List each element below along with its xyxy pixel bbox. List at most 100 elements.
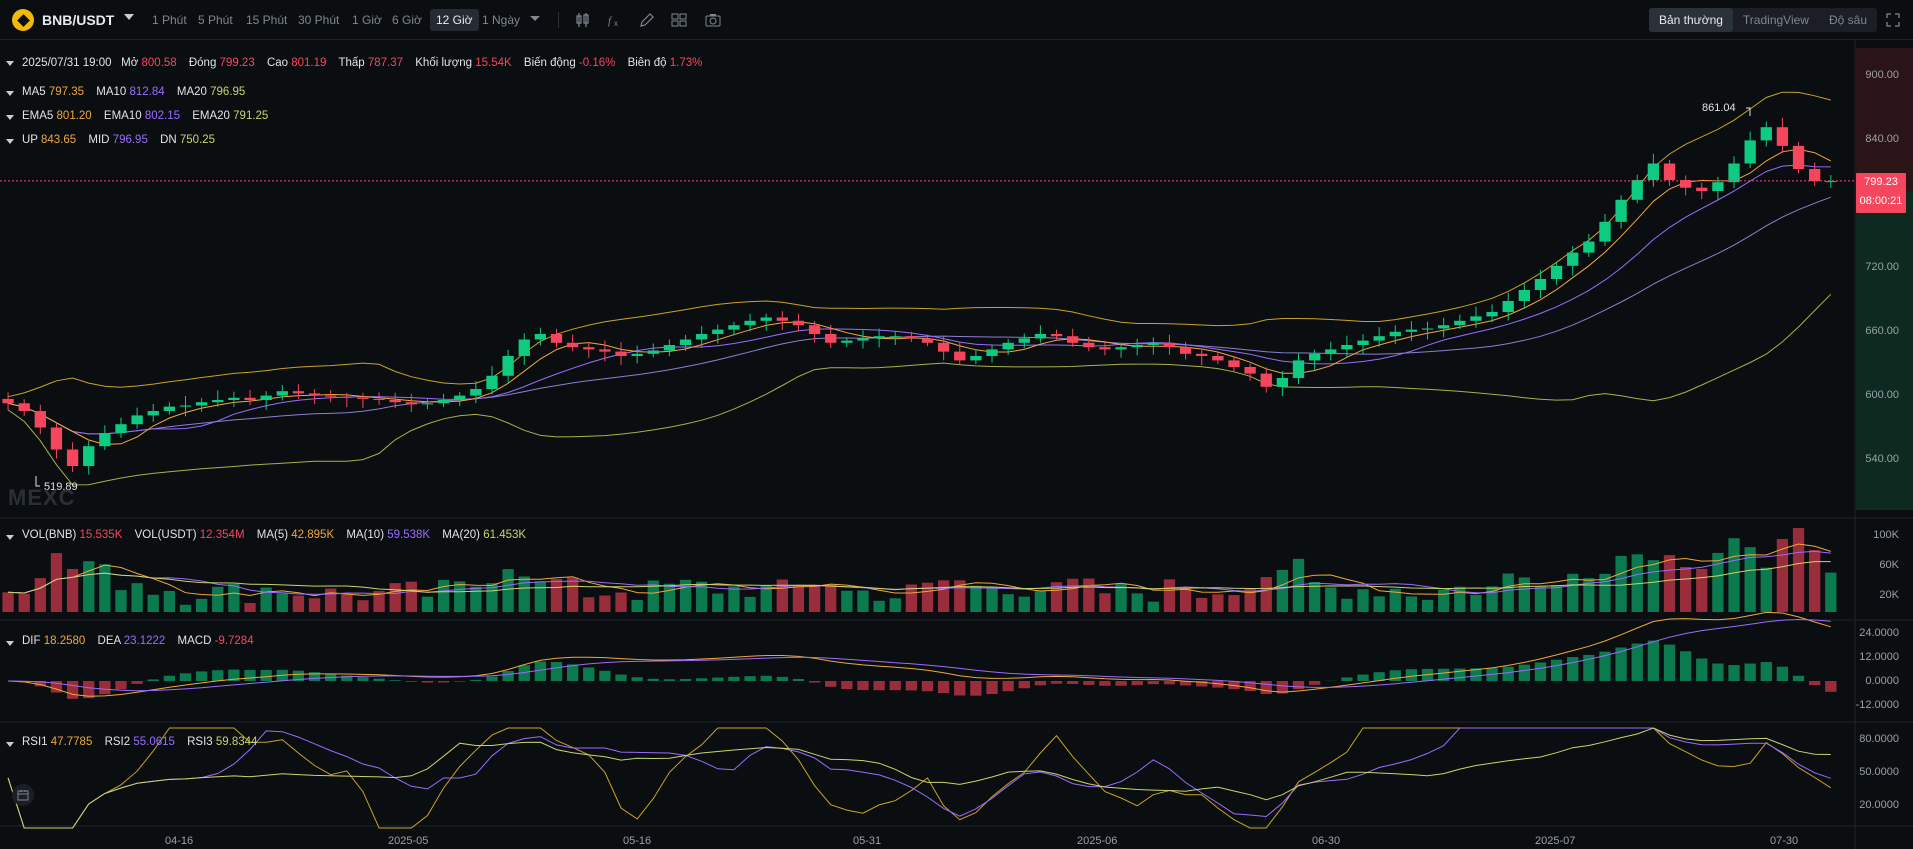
- volume-bar: [1615, 555, 1627, 612]
- rsi1-value: 47.7785: [50, 736, 93, 748]
- collapse-icon[interactable]: [6, 742, 14, 747]
- price-tick: 900.00: [1865, 69, 1899, 81]
- candle: [728, 325, 740, 330]
- collapse-icon[interactable]: [6, 61, 14, 66]
- vol-ma10-line: [8, 550, 1831, 595]
- vol-bnb-label: VOL(BNB): [22, 529, 77, 541]
- high-marker: 861.04: [1702, 102, 1736, 114]
- amplitude-value: 1.73%: [669, 57, 703, 69]
- volume-bar: [937, 580, 950, 612]
- candle: [534, 334, 547, 340]
- volume-bar: [131, 583, 143, 612]
- close-label: Đóng: [188, 57, 217, 69]
- rsi-tick: 20.0000: [1859, 799, 1899, 811]
- volume-bar: [1212, 594, 1224, 612]
- collapse-icon[interactable]: [6, 641, 14, 646]
- rsi2-value: 55.0615: [133, 736, 175, 748]
- macd-hist-bar: [760, 675, 772, 681]
- candle: [1405, 329, 1418, 332]
- macd-value: -9.7284: [214, 635, 254, 647]
- candle: [66, 449, 79, 466]
- price-chart[interactable]: [0, 0, 1913, 849]
- candle: [1550, 265, 1563, 279]
- candle: [1373, 336, 1385, 341]
- low-value: 787.37: [367, 57, 404, 69]
- macd-hist-bar: [1131, 681, 1143, 686]
- volume-bar: [1518, 577, 1530, 612]
- volume-bar: [1502, 573, 1514, 612]
- volume-bar: [18, 593, 30, 612]
- price-tick: 720.00: [1865, 261, 1899, 273]
- candle: [405, 402, 417, 405]
- candle: [1615, 199, 1627, 222]
- macd-tick: 24.0000: [1859, 627, 1899, 639]
- candle: [1357, 340, 1369, 345]
- macd-hist-bar: [1115, 681, 1127, 686]
- open-value: 800.58: [141, 57, 177, 69]
- candle: [1163, 342, 1176, 348]
- macd-hist-bar: [905, 681, 918, 691]
- volume-bar: [841, 590, 853, 612]
- volume-bar: [228, 583, 240, 612]
- collapse-icon[interactable]: [6, 139, 14, 144]
- candle: [1196, 353, 1208, 356]
- collapse-icon[interactable]: [6, 91, 14, 96]
- price-tick: 600.00: [1865, 389, 1899, 401]
- volume-bar: [615, 592, 627, 612]
- candle: [18, 403, 30, 411]
- macd-hist-bar: [1163, 681, 1176, 685]
- volume-bar: [292, 595, 305, 612]
- candle: [1308, 353, 1321, 361]
- volume-bar: [50, 553, 63, 612]
- candle: [325, 395, 337, 397]
- macd-hist-bar: [599, 670, 611, 681]
- date-tick: 06-30: [1312, 835, 1341, 847]
- volume-bar: [1647, 560, 1660, 612]
- macd-tick: 12.0000: [1859, 651, 1899, 663]
- candle: [1776, 127, 1789, 146]
- candle: [1115, 347, 1127, 350]
- last-price-tag: 799.23 08:00:21: [1856, 173, 1906, 213]
- rsi-legend: RSI1 47.7785 RSI2 55.0615 RSI3 59.8344: [22, 736, 266, 748]
- macd-hist-bar: [1567, 657, 1579, 681]
- ma10-label: MA10: [96, 86, 127, 98]
- candle: [1518, 290, 1530, 301]
- boll-lower-line: [7, 293, 1832, 486]
- macd-hist-bar: [921, 681, 934, 692]
- ohlc-date: 2025/07/31 19:00: [22, 57, 112, 69]
- macd-hist-bar: [212, 670, 224, 681]
- volume-bar: [179, 604, 192, 612]
- collapse-icon[interactable]: [6, 535, 14, 540]
- volume-bar: [276, 593, 288, 612]
- candle: [195, 402, 208, 406]
- calendar-icon[interactable]: [12, 784, 34, 806]
- volume-value: 15.54K: [475, 57, 512, 69]
- candle: [99, 433, 111, 447]
- macd-hist-bar: [744, 676, 756, 681]
- macd-hist-bar: [1518, 664, 1530, 681]
- macd-hist-bar: [163, 675, 176, 681]
- volume-bar: [1760, 567, 1772, 612]
- volume-bar: [857, 590, 869, 612]
- candle: [1179, 347, 1192, 354]
- macd-hist-bar: [502, 671, 514, 681]
- volume-bar: [389, 583, 401, 612]
- vol-ma10-label: MA(10): [346, 529, 385, 541]
- volume-bar: [1357, 589, 1369, 612]
- ma20-line: [7, 196, 1831, 435]
- ma5-value: 797.35: [48, 86, 85, 98]
- volume-bar: [437, 579, 450, 612]
- volume-bar: [1534, 586, 1547, 612]
- volume-bar: [776, 579, 788, 612]
- macd-hist-bar: [1712, 663, 1724, 681]
- candle: [437, 400, 450, 404]
- macd-hist-bar: [486, 676, 498, 681]
- volume-bar: [921, 582, 934, 612]
- vol-legend: VOL(BNB) 15.535K VOL(USDT) 12.354M MA(5)…: [22, 529, 535, 541]
- macd-hist-bar: [696, 678, 708, 681]
- collapse-icon[interactable]: [6, 115, 14, 120]
- macd-hist-bar: [679, 679, 692, 681]
- macd-hist-bar: [179, 673, 192, 681]
- candle: [212, 400, 224, 403]
- candle: [905, 336, 918, 339]
